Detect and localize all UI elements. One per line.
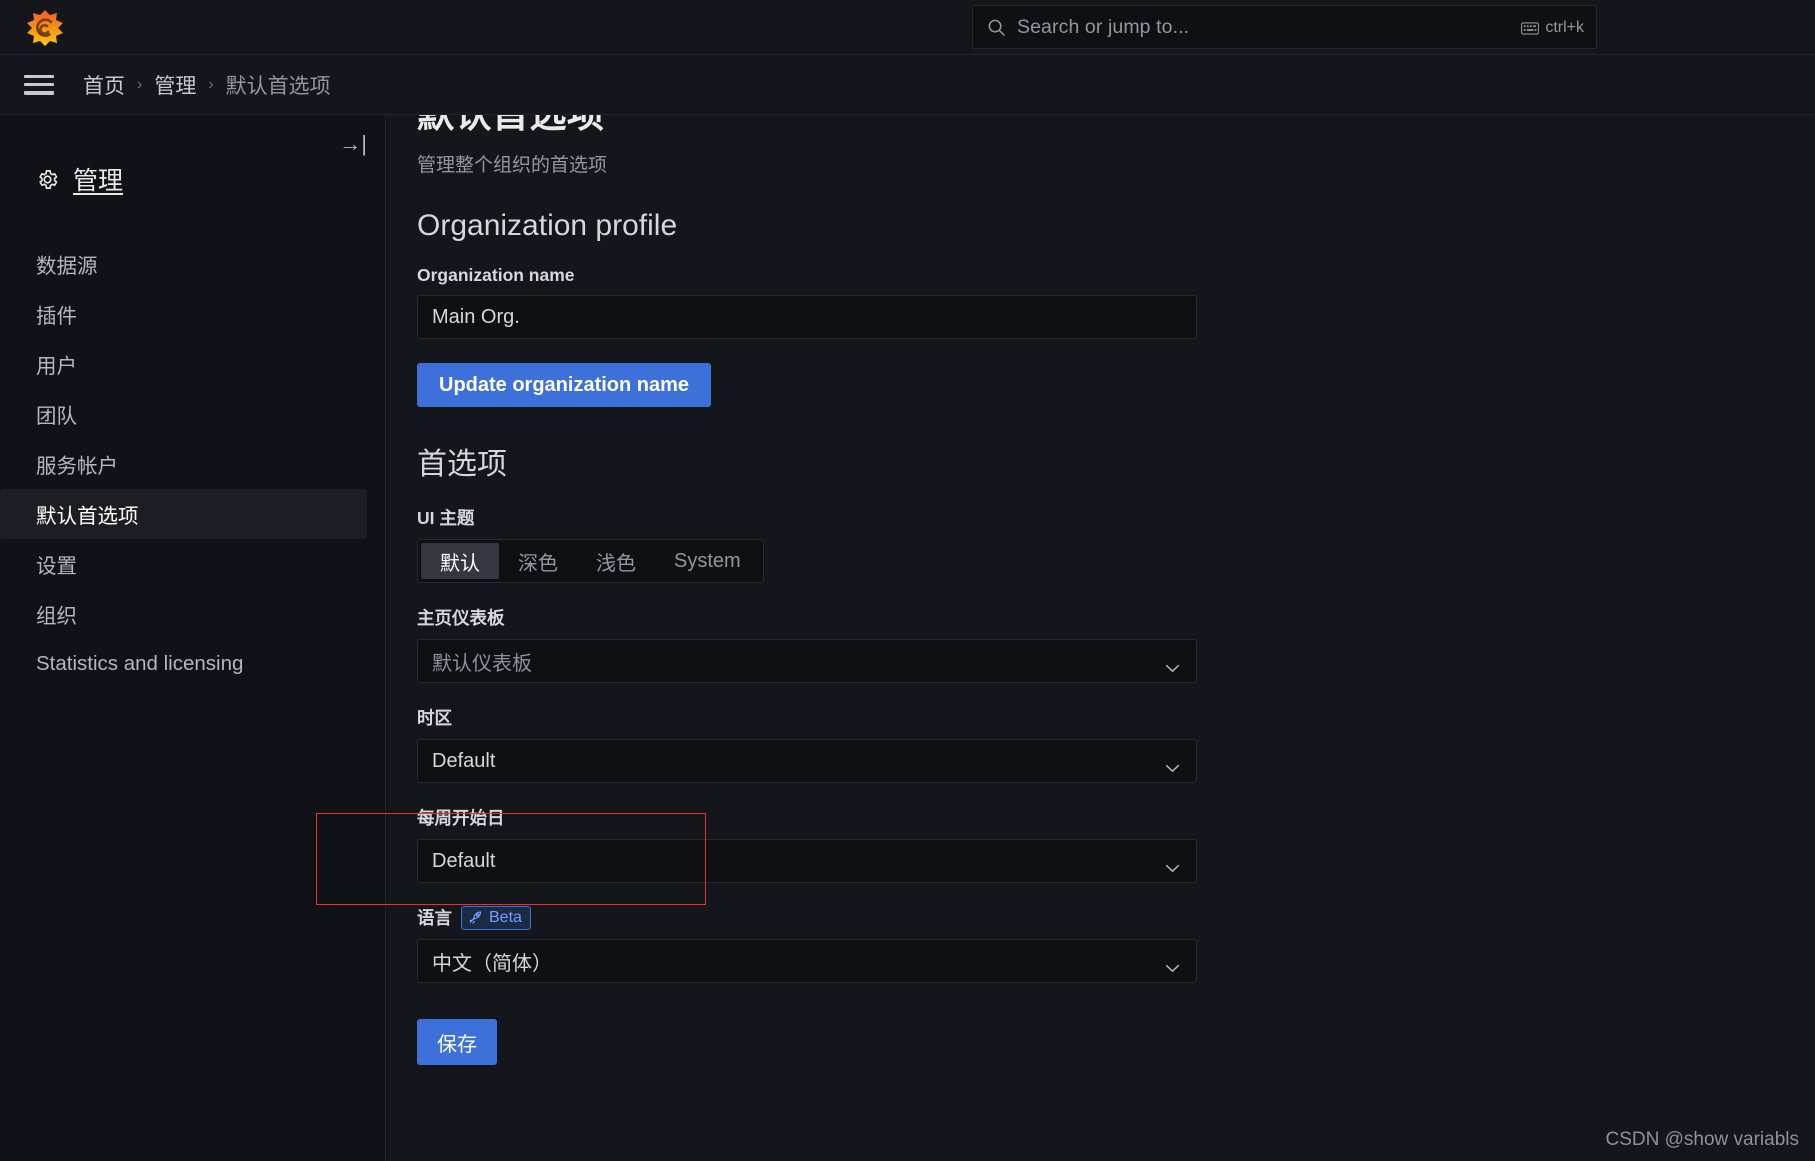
sidebar-item-users[interactable]: 用户	[0, 339, 367, 389]
language-field: 语言 Beta 中文（简体）	[417, 905, 1197, 983]
chevron-down-icon	[1165, 656, 1180, 672]
chevron-down-icon	[1165, 756, 1180, 772]
week-start-label: 每周开始日	[417, 808, 505, 828]
keyboard-icon	[1521, 21, 1540, 35]
sidebar-item-label: 团队	[36, 405, 77, 428]
timezone-field: 时区 Default	[417, 705, 1197, 783]
week-start-select[interactable]: Default	[417, 839, 1197, 883]
breadcrumb-bar: 首页 › 管理 › 默认首选项	[0, 55, 1815, 115]
ui-theme-option-dark[interactable]: 深色	[499, 543, 577, 579]
language-value: 中文（简体）	[432, 952, 552, 975]
beta-badge: Beta	[461, 905, 531, 930]
timezone-select[interactable]: Default	[417, 739, 1197, 783]
ui-theme-option-system[interactable]: System	[655, 543, 760, 579]
sidebar-item-label: 用户	[36, 355, 77, 378]
breadcrumb-item-home[interactable]: 首页	[83, 70, 125, 100]
sidebar-item-label: 设置	[36, 555, 77, 578]
timezone-label: 时区	[417, 708, 452, 728]
sidebar-item-label: 数据源	[36, 255, 98, 278]
top-bar: Search or jump to... ctrl+k	[0, 0, 1815, 55]
chevron-down-icon	[1165, 956, 1180, 972]
sidebar-item-label: 插件	[36, 305, 77, 328]
save-button[interactable]: 保存	[417, 1019, 497, 1065]
sidebar-item-label: 组织	[36, 605, 77, 628]
sidebar-header-label: 管理	[73, 167, 124, 195]
main-content: 默认 首选项 管理整个组织的首选项 Organization profile Or…	[387, 92, 1815, 1161]
watermark: CSDN @show variabls	[1605, 1129, 1799, 1150]
language-select[interactable]: 中文（简体）	[417, 939, 1197, 983]
timezone-value: Default	[432, 749, 496, 772]
page-subtitle: 管理整个组织的首选项	[417, 155, 608, 176]
sidebar-item-statistics-licensing[interactable]: Statistics and licensing	[0, 639, 367, 689]
ui-theme-option-light[interactable]: 浅色	[577, 543, 655, 579]
week-start-field: 每周开始日 Default	[417, 805, 1197, 883]
sidebar-item-label: 服务帐户	[36, 455, 118, 478]
ui-theme-label: UI 主题	[417, 508, 475, 528]
search-icon	[987, 18, 1006, 37]
sidebar-item-service-accounts[interactable]: 服务帐户	[0, 439, 367, 489]
sidebar-item-label: Statistics and licensing	[36, 652, 244, 675]
ui-theme-field: UI 主题 默认 深色 浅色 System	[417, 505, 1197, 583]
organization-profile-heading: Organization profile	[417, 209, 678, 242]
beta-badge-label: Beta	[489, 908, 522, 926]
sidebar-item-teams[interactable]: 团队	[0, 389, 367, 439]
sidebar-item-plugins[interactable]: 插件	[0, 289, 367, 339]
organization-name-field: Organization name Main Org.	[417, 265, 1197, 339]
rocket-icon	[468, 910, 483, 925]
week-start-value: Default	[432, 849, 496, 872]
search-input-placeholder[interactable]: Search or jump to...	[1017, 16, 1189, 39]
ui-theme-option-default[interactable]: 默认	[421, 543, 499, 579]
sidebar-item-default-preferences[interactable]: 默认首选项	[0, 489, 367, 539]
sidebar-nav: 数据源 插件 用户 团队 服务帐户 默认首选项 设置 组织 Statistics…	[0, 239, 385, 689]
shortcut-label: ctrl+k	[1545, 19, 1584, 36]
gear-icon	[36, 168, 59, 191]
organization-name-input[interactable]: Main Org.	[417, 295, 1197, 339]
language-label-row: 语言 Beta	[417, 905, 1197, 930]
search-bar[interactable]: Search or jump to... ctrl+k	[972, 5, 1597, 49]
hamburger-menu-icon[interactable]	[24, 74, 54, 95]
sidebar-item-organizations[interactable]: 组织	[0, 589, 367, 639]
sidebar-item-label: 默认首选项	[36, 505, 139, 528]
sidebar: →| 管理 数据源 插件 用户 团队 服务帐户 默认首选项 设置 组织 Stat…	[0, 115, 386, 1161]
sidebar-item-settings[interactable]: 设置	[0, 539, 367, 589]
sidebar-header[interactable]: 管理	[36, 161, 385, 197]
home-dashboard-field: 主页仪表板 默认仪表板	[417, 605, 1197, 683]
collapse-sidebar-icon[interactable]: →|	[339, 133, 367, 155]
organization-name-label: Organization name	[417, 265, 575, 285]
chevron-right-icon: ›	[137, 75, 143, 93]
breadcrumb-item-administration[interactable]: 管理	[154, 70, 196, 100]
chevron-right-icon: ›	[208, 75, 214, 93]
update-organization-name-button[interactable]: Update organization name	[417, 363, 712, 407]
chevron-down-icon	[1165, 856, 1180, 872]
language-label: 语言	[417, 908, 452, 928]
breadcrumb-item-default-preferences[interactable]: 默认首选项	[226, 70, 331, 100]
home-dashboard-select[interactable]: 默认仪表板	[417, 639, 1197, 683]
preferences-heading: 首选项	[417, 448, 507, 481]
home-dashboard-placeholder: 默认仪表板	[432, 652, 532, 675]
ui-theme-radio-group[interactable]: 默认 深色 浅色 System	[417, 539, 764, 583]
sidebar-item-datasources[interactable]: 数据源	[0, 239, 367, 289]
search-shortcut-badge: ctrl+k	[1521, 16, 1584, 40]
home-dashboard-label: 主页仪表板	[417, 608, 505, 628]
breadcrumb: 首页 › 管理 › 默认首选项	[83, 70, 331, 100]
grafana-logo[interactable]	[25, 8, 65, 48]
